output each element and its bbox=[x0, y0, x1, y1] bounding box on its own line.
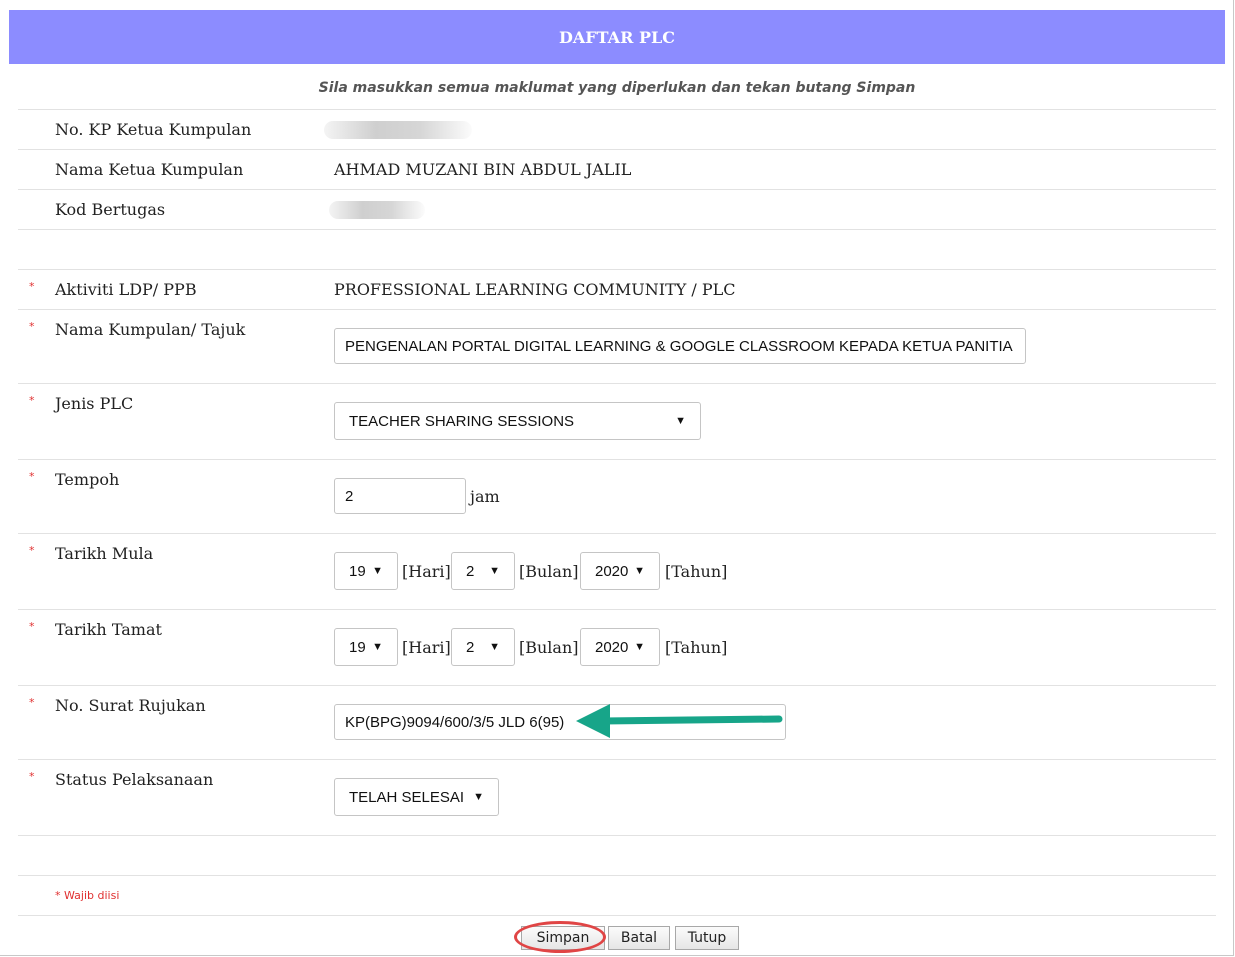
tarikh-mula-month-select[interactable]: 2 ▼ bbox=[451, 552, 515, 590]
kod-bertugas-redacted-value bbox=[329, 201, 425, 219]
chevron-down-icon: ▼ bbox=[372, 641, 383, 653]
no-kp-label: No. KP Ketua Kumpulan bbox=[55, 120, 252, 139]
aktiviti-value: PROFESSIONAL LEARNING COMMUNITY / PLC bbox=[334, 280, 736, 299]
chevron-down-icon: ▼ bbox=[489, 565, 500, 577]
page-header: DAFTAR PLC bbox=[9, 10, 1225, 64]
status-selected: TELAH SELESAI bbox=[349, 788, 465, 806]
tarikh-tamat-month-select[interactable]: 2 ▼ bbox=[451, 628, 515, 666]
chevron-down-icon: ▼ bbox=[372, 565, 383, 577]
jenis-plc-select[interactable]: TEACHER SHARING SESSIONS ▼ bbox=[334, 402, 701, 440]
tarikh-mula-month-unit: [Bulan] bbox=[519, 562, 579, 581]
tarikh-tamat-month-unit: [Bulan] bbox=[519, 638, 579, 657]
jenis-plc-label: Jenis PLC bbox=[55, 394, 134, 413]
required-marker: * bbox=[29, 696, 35, 709]
tempoh-input[interactable]: 2 bbox=[334, 478, 466, 514]
row-divider bbox=[18, 875, 1216, 876]
chevron-down-icon: ▼ bbox=[634, 565, 645, 577]
tarikh-tamat-year-value: 2020 bbox=[595, 638, 629, 656]
required-marker: * bbox=[29, 620, 35, 633]
row-divider bbox=[18, 915, 1216, 916]
tempoh-label: Tempoh bbox=[55, 470, 120, 489]
required-marker: * bbox=[29, 280, 35, 293]
required-marker: * bbox=[29, 470, 35, 483]
status-label: Status Pelaksanaan bbox=[55, 770, 214, 789]
no-surat-label: No. Surat Rujukan bbox=[55, 696, 206, 715]
instruction-text: Sila masukkan semua maklumat yang diperl… bbox=[318, 80, 916, 96]
row-divider bbox=[18, 229, 1216, 230]
highlight-ring-annotation bbox=[514, 921, 606, 953]
tarikh-mula-year-select[interactable]: 2020 ▼ bbox=[580, 552, 660, 590]
nama-ketua-label: Nama Ketua Kumpulan bbox=[55, 160, 244, 179]
required-marker: * bbox=[29, 394, 35, 407]
page-title: DAFTAR PLC bbox=[559, 27, 675, 47]
chevron-down-icon: ▼ bbox=[473, 791, 484, 803]
row-divider bbox=[18, 533, 1216, 534]
tarikh-tamat-day-select[interactable]: 19 ▼ bbox=[334, 628, 398, 666]
row-divider bbox=[18, 269, 1216, 270]
tarikh-tamat-day-value: 19 bbox=[349, 638, 366, 656]
row-divider bbox=[18, 459, 1216, 460]
row-divider bbox=[18, 309, 1216, 310]
tarikh-mula-day-value: 19 bbox=[349, 562, 366, 580]
tempoh-unit: jam bbox=[470, 487, 500, 506]
kod-bertugas-label: Kod Bertugas bbox=[55, 200, 166, 219]
tarikh-mula-year-unit: [Tahun] bbox=[665, 562, 728, 581]
row-divider bbox=[18, 685, 1216, 686]
tarikh-tamat-day-unit: [Hari] bbox=[402, 638, 451, 657]
nama-kumpulan-input[interactable]: PENGENALAN PORTAL DIGITAL LEARNING & GOO… bbox=[334, 328, 1026, 364]
required-note: * Wajib diisi bbox=[55, 889, 120, 902]
aktiviti-label: Aktiviti LDP/ PPB bbox=[55, 280, 197, 299]
tutup-button[interactable]: Tutup bbox=[675, 926, 739, 950]
tarikh-mula-label: Tarikh Mula bbox=[55, 544, 154, 563]
nama-ketua-value: AHMAD MUZANI BIN ABDUL JALIL bbox=[334, 160, 632, 179]
row-divider bbox=[18, 149, 1216, 150]
required-marker: * bbox=[29, 320, 35, 333]
required-marker: * bbox=[29, 544, 35, 557]
jenis-plc-selected: TEACHER SHARING SESSIONS bbox=[349, 412, 575, 430]
row-divider bbox=[18, 383, 1216, 384]
tarikh-tamat-month-value: 2 bbox=[466, 638, 475, 656]
row-divider bbox=[18, 609, 1216, 610]
tarikh-tamat-year-select[interactable]: 2020 ▼ bbox=[580, 628, 660, 666]
row-divider bbox=[18, 189, 1216, 190]
row-divider bbox=[18, 109, 1216, 110]
nama-kumpulan-label: Nama Kumpulan/ Tajuk bbox=[55, 320, 246, 339]
chevron-down-icon: ▼ bbox=[489, 641, 500, 653]
chevron-down-icon: ▼ bbox=[675, 415, 686, 427]
tarikh-mula-day-select[interactable]: 19 ▼ bbox=[334, 552, 398, 590]
page-frame bbox=[0, 0, 1234, 956]
tarikh-tamat-year-unit: [Tahun] bbox=[665, 638, 728, 657]
tarikh-tamat-label: Tarikh Tamat bbox=[55, 620, 162, 639]
required-marker: * bbox=[29, 770, 35, 783]
row-divider bbox=[18, 835, 1216, 836]
status-select[interactable]: TELAH SELESAI ▼ bbox=[334, 778, 499, 816]
green-arrow-annotation bbox=[576, 704, 783, 738]
no-kp-redacted-value bbox=[324, 121, 472, 139]
row-divider bbox=[18, 759, 1216, 760]
chevron-down-icon: ▼ bbox=[634, 641, 645, 653]
tarikh-mula-day-unit: [Hari] bbox=[402, 562, 451, 581]
tarikh-mula-year-value: 2020 bbox=[595, 562, 629, 580]
batal-button[interactable]: Batal bbox=[608, 926, 670, 950]
tarikh-mula-month-value: 2 bbox=[466, 562, 475, 580]
